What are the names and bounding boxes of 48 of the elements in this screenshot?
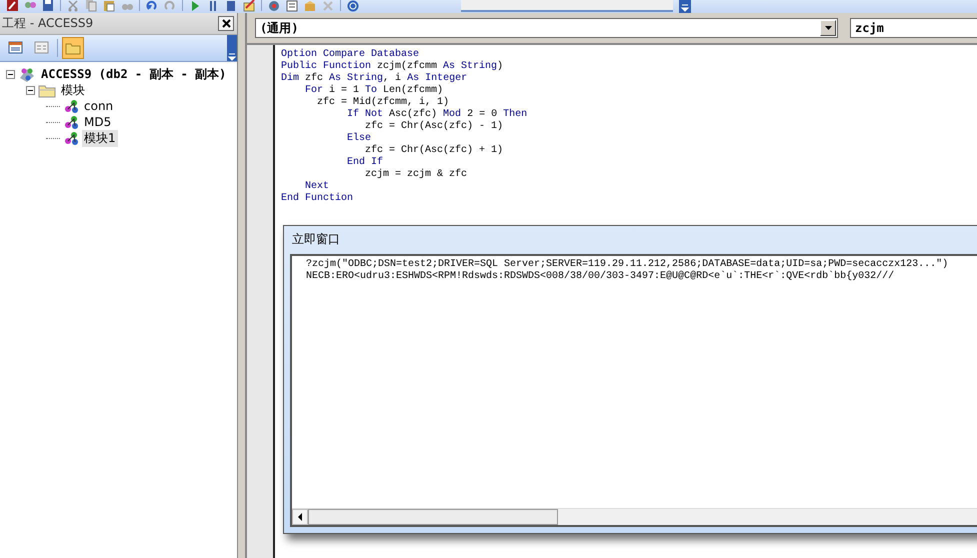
project-icon	[18, 66, 36, 82]
close-button[interactable]	[218, 16, 234, 31]
left-arrow-icon	[298, 513, 302, 521]
output-line: NECB:ERO<udru3:ESHWDS<RPM!Rdswds:RDSWDS<008/38/00/303-3497:E@U@C@RD<e`u`:THE<r`:QVE<rdb`bb{y032///	[306, 271, 896, 283]
code-line: If Not Asc(zfc) Mod 2 = 0 Then	[346, 109, 528, 120]
toolbar-options-button[interactable]	[227, 35, 237, 61]
code-line: Public Function zcjm(zfcmm As String)	[281, 61, 504, 72]
code-line: End Function	[281, 193, 354, 205]
paste-icon[interactable]	[103, 0, 115, 12]
toolbar-field[interactable]	[461, 0, 673, 12]
dropdown-arrow-icon	[824, 26, 832, 30]
code-line: Else	[346, 133, 372, 144]
collapse-icon[interactable]	[6, 70, 15, 78]
close-icon	[222, 19, 230, 28]
code-line: zfc = Chr(Asc(zfc) - 1)	[364, 121, 504, 132]
tree-item[interactable]: 模块1	[82, 130, 118, 146]
copy-icon[interactable]	[85, 0, 97, 12]
collapse-icon[interactable]	[26, 86, 35, 94]
properties-icon[interactable]	[286, 0, 298, 12]
undo-icon[interactable]	[146, 0, 158, 12]
code-line: For i = 1 To Len(zfcmm)	[304, 85, 444, 96]
save-icon[interactable]	[42, 0, 54, 12]
view-form-icon	[34, 40, 50, 56]
window-title: 立即窗口	[291, 230, 341, 248]
panel-title: 工程 - ACCESS9	[2, 15, 94, 32]
view-code-icon	[8, 40, 24, 56]
code-line: End If	[346, 157, 384, 168]
scrollbar-thumb[interactable]	[308, 509, 558, 525]
scroll-left-button[interactable]	[292, 509, 308, 525]
code-line: zcjm = zcjm & zfc	[364, 169, 468, 181]
code-line: Next	[304, 181, 330, 192]
tree-item[interactable]: conn	[82, 99, 116, 113]
horizontal-scrollbar[interactable]	[292, 508, 977, 525]
code-line: Dim zfc As String, i As Integer	[281, 73, 468, 84]
tree-item[interactable]: ACCESS9 (db2 - 副本 - 副本)	[39, 66, 228, 82]
code-line: zfc = Mid(zfcmm, i, 1)	[316, 97, 450, 108]
toolbar-options-button[interactable]	[679, 0, 691, 13]
help-icon[interactable]	[347, 0, 359, 12]
code-line: zfc = Chr(Asc(zfc) + 1)	[364, 145, 504, 156]
output-line: ?zcjm("ODBC;DSN=test2;DRIVER=SQL Server;SERVER=119.29.11.212,2586;DATABASE=data;UID=sa;PWD=secacczx123...")	[306, 259, 950, 270]
pause-icon[interactable]	[207, 0, 219, 12]
cut-icon[interactable]	[67, 0, 79, 12]
tree-item[interactable]: 模块	[59, 82, 87, 98]
tree-item[interactable]: MD5	[82, 115, 114, 129]
stop-icon[interactable]	[225, 0, 237, 12]
procedure-dropdown[interactable]: zcjm	[850, 18, 977, 38]
code-line: Option Compare Database	[281, 49, 420, 60]
object-dropdown[interactable]: (通用)	[255, 18, 838, 38]
